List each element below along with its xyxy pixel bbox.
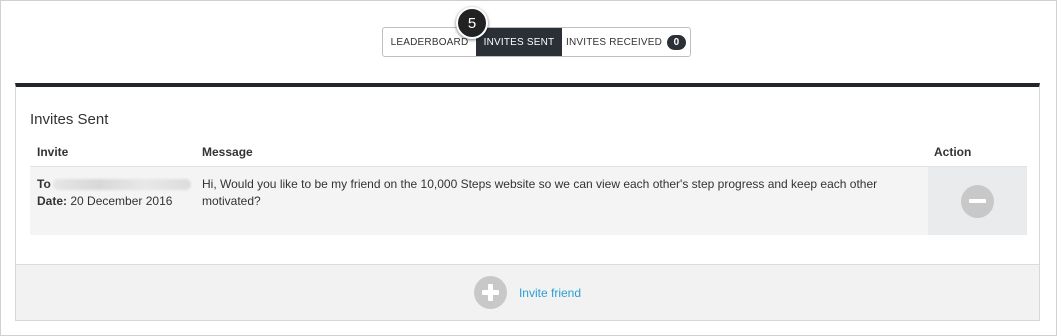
step-marker: 5 [456,7,488,39]
redacted-email [52,179,191,191]
date-label: Date: [37,194,68,208]
column-header-invite: Invite [37,145,69,159]
column-header-action: Action [934,145,972,159]
invites-sent-panel: Invites Sent Invite Message Action To Da… [15,83,1040,321]
plus-circle-icon [473,276,507,309]
message-cell: Hi, Would you like to be my friend on th… [202,177,878,208]
panel-footer: Invite friend [16,264,1039,320]
tab-invites-received[interactable]: INVITES RECEIVED 0 [562,28,690,56]
tab-invites-sent-label: INVITES SENT [483,36,555,48]
table-row: To Date: 20 December 2016 Hi, Would you … [30,166,1027,235]
tab-invites-received-label: INVITES RECEIVED [566,36,662,48]
tab-leaderboard-label: LEADERBOARD [390,36,469,48]
tab-bar: LEADERBOARD INVITES SENT INVITES RECEIVE… [382,27,691,57]
action-cell [928,167,1027,235]
tab-invites-sent[interactable]: INVITES SENT [476,28,562,56]
date-value: 20 December 2016 [70,194,173,208]
to-label: To [37,177,51,191]
invite-friend-label: Invite friend [518,285,582,300]
panel-title: Invites Sent [30,111,109,128]
column-header-message: Message [202,145,253,159]
minus-circle-icon[interactable] [961,184,994,218]
invite-cell: To Date: 20 December 2016 [37,176,191,210]
invite-friend-button[interactable]: Invite friend [473,276,582,309]
received-count-badge: 0 [667,34,686,50]
